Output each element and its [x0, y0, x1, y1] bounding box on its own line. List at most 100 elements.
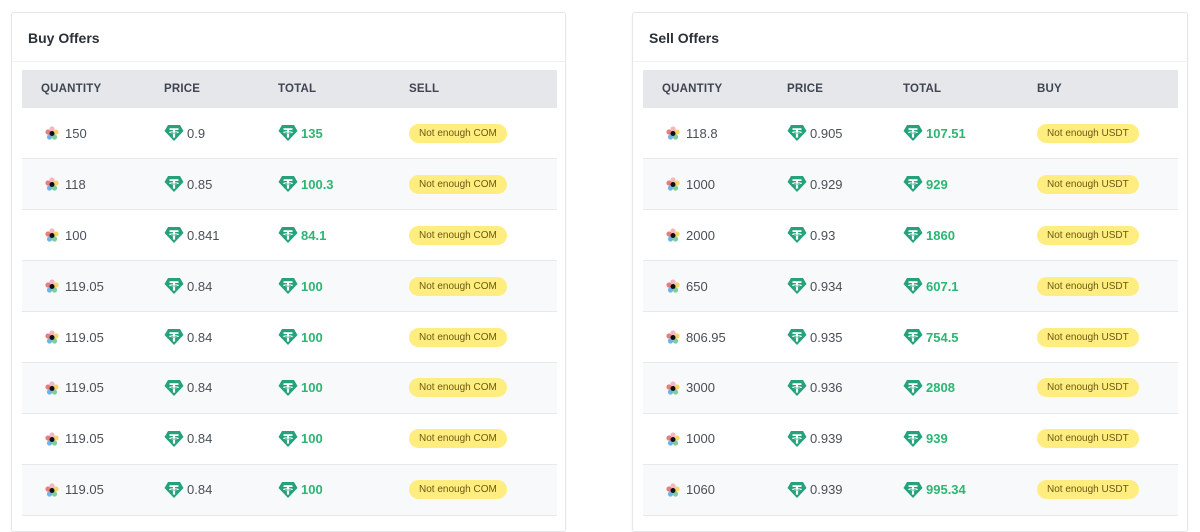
total-value: 939 [926, 431, 948, 447]
insufficient-balance-badge[interactable]: Not enough COM [409, 327, 507, 347]
buy-offers-title: Buy Offers [28, 30, 100, 46]
column-header-sell[interactable]: SELL [390, 70, 557, 108]
tether-usdt-icon [787, 125, 807, 142]
price-value: 0.84 [187, 431, 213, 447]
tether-usdt-icon [787, 227, 807, 244]
total-value: 84.1 [301, 227, 327, 243]
table-row[interactable]: 119.05 0.84 100 Not enough COM [22, 312, 557, 363]
quantity-value: 1060 [686, 482, 715, 498]
column-header-quantity[interactable]: QUANTITY [643, 70, 768, 108]
quantity-value: 118 [65, 176, 86, 192]
tether-usdt-icon [278, 379, 298, 396]
quantity-value: 119.05 [65, 431, 104, 447]
tether-usdt-icon [903, 227, 923, 244]
commercium-coin-icon [666, 330, 680, 344]
table-row[interactable]: 119.05 0.84 100 Not enough COM [22, 464, 557, 516]
column-header-quantity[interactable]: QUANTITY [22, 70, 145, 108]
total-value: 100 [301, 482, 323, 498]
tether-usdt-icon [903, 125, 923, 142]
tether-usdt-icon [903, 481, 923, 498]
total-value: 100 [301, 278, 323, 294]
price-value: 0.84 [187, 329, 213, 345]
insufficient-balance-badge[interactable]: Not enough USDT [1037, 225, 1139, 245]
insufficient-balance-badge[interactable]: Not enough USDT [1037, 480, 1139, 500]
tether-usdt-icon [787, 481, 807, 498]
insufficient-balance-badge[interactable]: Not enough COM [409, 429, 507, 449]
insufficient-balance-badge[interactable]: Not enough COM [409, 276, 507, 296]
commercium-coin-icon [45, 432, 59, 446]
panel-divider [633, 61, 1187, 62]
tether-usdt-icon [903, 278, 923, 295]
panel-divider [12, 61, 565, 62]
tether-usdt-icon [787, 176, 807, 193]
commercium-coin-icon [45, 483, 59, 497]
table-row[interactable]: 119.05 0.84 100 Not enough COM [22, 413, 557, 465]
tether-usdt-icon [278, 278, 298, 295]
quantity-value: 1000 [686, 176, 715, 192]
commercium-coin-icon [45, 330, 59, 344]
tether-usdt-icon [164, 379, 184, 396]
tether-usdt-icon [903, 430, 923, 447]
quantity-value: 3000 [686, 380, 715, 396]
table-row[interactable]: 1000 0.939 939 Not enough USDT [643, 413, 1178, 465]
table-row[interactable]: 806.95 0.935 754.5 Not enough USDT [643, 312, 1178, 363]
total-value: 100 [301, 431, 323, 447]
quantity-value: 1000 [686, 431, 715, 447]
insufficient-balance-badge[interactable]: Not enough COM [409, 174, 507, 194]
table-row[interactable]: 150 0.9 135 Not enough COM [22, 108, 557, 159]
sell-offers-panel: Sell Offers QUANTITY PRICE TOTAL BUY 118… [632, 12, 1188, 532]
tether-usdt-icon [278, 176, 298, 193]
commercium-coin-icon [45, 381, 59, 395]
insufficient-balance-badge[interactable]: Not enough USDT [1037, 378, 1139, 398]
price-value: 0.84 [187, 482, 213, 498]
insufficient-balance-badge[interactable]: Not enough USDT [1037, 174, 1139, 194]
column-header-total[interactable]: TOTAL [259, 70, 390, 108]
table-row[interactable]: 2000 0.93 1860 Not enough USDT [643, 210, 1178, 261]
quantity-value: 119.05 [65, 380, 104, 396]
buy-offers-panel: Buy Offers QUANTITY PRICE TOTAL SELL 150… [11, 12, 566, 532]
table-row[interactable]: 3000 0.936 2808 Not enough USDT [643, 362, 1178, 414]
insufficient-balance-badge[interactable]: Not enough USDT [1037, 123, 1139, 143]
column-header-price[interactable]: PRICE [768, 70, 884, 108]
table-row[interactable]: 650 0.934 607.1 Not enough USDT [643, 260, 1178, 312]
table-header-row: QUANTITY PRICE TOTAL BUY [643, 70, 1178, 108]
insufficient-balance-badge[interactable]: Not enough COM [409, 378, 507, 398]
quantity-value: 650 [686, 278, 708, 294]
table-row[interactable]: 1000 0.929 929 Not enough USDT [643, 158, 1178, 210]
table-row[interactable]: 1060 0.939 995.34 Not enough USDT [643, 464, 1178, 516]
tether-usdt-icon [787, 278, 807, 295]
insufficient-balance-badge[interactable]: Not enough COM [409, 480, 507, 500]
table-row[interactable]: 119.05 0.84 100 Not enough COM [22, 260, 557, 312]
price-value: 0.85 [187, 176, 213, 192]
commercium-coin-icon [666, 432, 680, 446]
insufficient-balance-badge[interactable]: Not enough COM [409, 123, 507, 143]
commercium-coin-icon [666, 279, 680, 293]
table-row[interactable]: 118 0.85 100.3 Not enough COM [22, 158, 557, 210]
table-row[interactable]: 119.05 0.84 100 Not enough COM [22, 362, 557, 414]
insufficient-balance-badge[interactable]: Not enough USDT [1037, 429, 1139, 449]
price-value: 0.93 [810, 227, 836, 243]
tether-usdt-icon [278, 329, 298, 345]
price-value: 0.935 [810, 329, 843, 345]
tether-usdt-icon [278, 481, 298, 498]
price-value: 0.936 [810, 380, 843, 396]
quantity-value: 119.05 [65, 329, 104, 345]
insufficient-balance-badge[interactable]: Not enough COM [409, 225, 507, 245]
column-header-total[interactable]: TOTAL [884, 70, 1018, 108]
price-value: 0.939 [810, 482, 843, 498]
price-value: 0.929 [810, 176, 843, 192]
column-header-price[interactable]: PRICE [145, 70, 259, 108]
insufficient-balance-badge[interactable]: Not enough USDT [1037, 276, 1139, 296]
tether-usdt-icon [164, 329, 184, 345]
price-value: 0.934 [810, 278, 843, 294]
total-value: 607.1 [926, 278, 959, 294]
insufficient-balance-badge[interactable]: Not enough USDT [1037, 327, 1139, 347]
table-header-row: QUANTITY PRICE TOTAL SELL [22, 70, 557, 108]
table-row[interactable]: 100 0.841 84.1 Not enough COM [22, 210, 557, 261]
column-header-buy[interactable]: BUY [1018, 70, 1178, 108]
total-value: 1860 [926, 227, 955, 243]
quantity-value: 806.95 [686, 329, 726, 345]
total-value: 100 [301, 329, 323, 345]
tether-usdt-icon [164, 176, 184, 193]
table-row[interactable]: 118.8 0.905 107.51 Not enough USDT [643, 108, 1178, 159]
